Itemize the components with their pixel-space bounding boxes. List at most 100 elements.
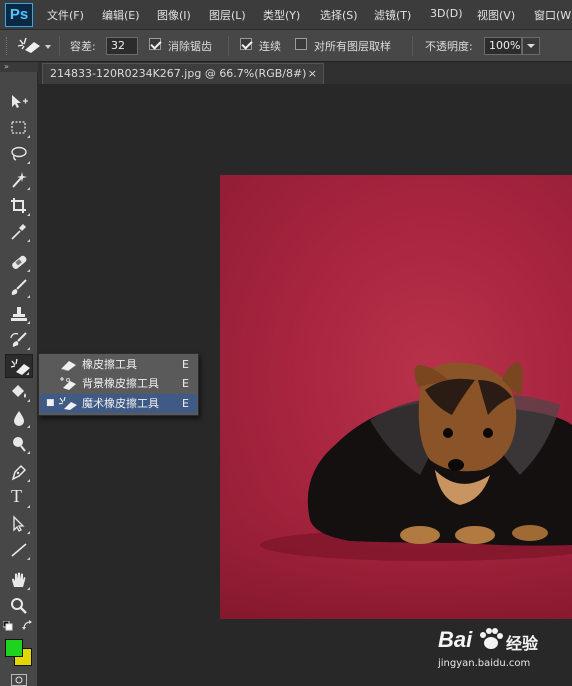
tool-submenu-indicator [27, 399, 30, 402]
options-bar: 容差: 32 消除锯齿 连续 对所有图层取样 不透明度: 100% [0, 30, 572, 62]
crop-icon [11, 198, 26, 213]
document-tab[interactable]: 214833-120R0234K267.jpg @ 66.7%(RGB/8#) … [42, 63, 324, 84]
baidu-jingyan-watermark: Bai 经验 jingyan.baidu.com [436, 624, 572, 684]
line-tool[interactable] [5, 538, 33, 562]
quick-mask-button[interactable] [11, 674, 27, 686]
move-icon [12, 95, 28, 108]
flyout-item-magic-eraser[interactable]: ■ 魔术橡皮擦工具 E [40, 394, 197, 413]
menu-image[interactable]: 图像(I) [157, 7, 191, 23]
toolbox-collapse-grip[interactable]: » [0, 62, 38, 72]
magic-wand-tool[interactable] [5, 168, 33, 192]
options-grip [6, 37, 12, 55]
tool-preset-picker[interactable] [16, 36, 52, 56]
document-image[interactable] [220, 175, 572, 619]
tool-submenu-indicator [27, 425, 30, 428]
contiguous-label: 连续 [259, 40, 281, 53]
tool-submenu-indicator [27, 451, 30, 454]
lasso-tool[interactable] [5, 142, 33, 166]
hand-icon [12, 572, 26, 587]
menu-select[interactable]: 选择(S) [320, 7, 358, 23]
foreground-color-swatch[interactable] [5, 639, 23, 657]
dodge-tool[interactable] [5, 432, 33, 456]
brush-icon [11, 279, 27, 295]
tool-submenu-indicator [27, 295, 30, 298]
marquee-tool[interactable] [5, 116, 33, 140]
history-brush-icon [10, 332, 27, 347]
paint-bucket-tool[interactable] [5, 380, 33, 404]
menu-view[interactable]: 视图(V) [477, 7, 515, 23]
document-tab-title: 214833-120R0234K267.jpg @ 66.7%(RGB/8#) [50, 67, 307, 80]
menu-3d[interactable]: 3D(D) [430, 7, 463, 20]
close-icon[interactable]: × [308, 64, 317, 83]
tool-submenu-indicator [27, 213, 30, 216]
path-selection-tool[interactable] [5, 512, 33, 536]
tolerance-label: 容差: [70, 40, 96, 53]
zoom-tool[interactable] [5, 594, 33, 618]
healing-brush-tool[interactable] [5, 250, 33, 274]
menu-type[interactable]: 类型(Y) [263, 7, 300, 23]
hand-tool[interactable] [5, 568, 33, 592]
history-brush-tool[interactable] [5, 328, 33, 352]
default-colors-icon[interactable] [3, 621, 15, 631]
antialias-label: 消除锯齿 [168, 40, 212, 53]
tool-submenu-indicator [27, 187, 30, 190]
magic-eraser-icon [17, 37, 51, 53]
marquee-icon [11, 121, 26, 134]
clone-stamp-tool[interactable] [5, 302, 33, 326]
eyedropper-tool[interactable] [5, 220, 33, 244]
watermark-brand-suffix: 经验 [506, 634, 539, 653]
watermark-brand: Bai [438, 627, 473, 652]
flyout-item-eraser[interactable]: 橡皮擦工具 E [40, 355, 197, 374]
opacity-label: 不透明度: [425, 40, 473, 53]
tool-submenu-indicator [27, 135, 30, 138]
flyout-item-shortcut: E [182, 397, 189, 410]
menu-edit[interactable]: 编辑(E) [102, 7, 140, 23]
tool-submenu-indicator [27, 531, 30, 534]
opacity-input[interactable]: 100% [484, 37, 522, 55]
crop-tool[interactable] [5, 194, 33, 218]
menu-window[interactable]: 窗口(W [534, 7, 571, 23]
tool-submenu-indicator [27, 479, 30, 482]
tool-submenu-indicator [27, 347, 30, 350]
watermark-url: jingyan.baidu.com [438, 658, 531, 669]
menu-file[interactable]: 文件(F) [47, 7, 84, 23]
brush-tool[interactable] [5, 276, 33, 300]
blur-tool[interactable] [5, 406, 33, 430]
drop-icon [14, 411, 24, 426]
background-eraser-icon [60, 377, 76, 390]
type-icon: T [11, 486, 22, 506]
photoshop-logo: Ps [5, 3, 33, 27]
sample-all-layers-checkbox[interactable] [295, 38, 307, 50]
paint-bucket-icon [12, 385, 26, 398]
type-tool[interactable]: T [5, 486, 33, 510]
menu-layer[interactable]: 图层(L) [209, 7, 246, 23]
eraser-tool[interactable] [5, 354, 33, 378]
magic-eraser-icon [59, 397, 77, 410]
tool-submenu-indicator [27, 161, 30, 164]
stamp-icon [11, 307, 27, 321]
flyout-item-background-eraser[interactable]: 背景橡皮擦工具 E [40, 374, 197, 393]
tool-submenu-indicator [26, 372, 29, 375]
pen-tool[interactable] [5, 460, 33, 484]
paw-icon [480, 628, 503, 649]
move-tool[interactable] [5, 90, 33, 114]
quick-mask-icon [15, 676, 23, 684]
eyedropper-icon [11, 224, 26, 240]
antialias-checkbox[interactable] [149, 38, 161, 50]
swap-colors-icon[interactable] [22, 620, 34, 632]
menu-bar: Ps 文件(F) 编辑(E) 图像(I) 图层(L) 类型(Y) 选择(S) 滤… [0, 0, 572, 30]
tool-submenu-indicator [27, 557, 30, 560]
contiguous-checkbox[interactable] [240, 38, 252, 50]
flyout-item-label: 魔术橡皮擦工具 [82, 397, 159, 410]
chevron-down-icon [527, 44, 535, 48]
eraser-tools-flyout: 橡皮擦工具 E 背景橡皮擦工具 E ■ 魔术橡皮擦工具 E [38, 353, 199, 416]
opacity-dropdown-button[interactable] [522, 37, 540, 55]
options-separator [412, 36, 413, 56]
yorkie-puppy-image [220, 362, 572, 619]
menu-filter[interactable]: 滤镜(T) [374, 7, 411, 23]
options-separator [228, 36, 229, 56]
zoom-icon [11, 598, 27, 614]
tolerance-input[interactable]: 32 [106, 37, 138, 55]
tool-submenu-indicator [27, 505, 30, 508]
flyout-item-label: 背景橡皮擦工具 [82, 377, 159, 390]
